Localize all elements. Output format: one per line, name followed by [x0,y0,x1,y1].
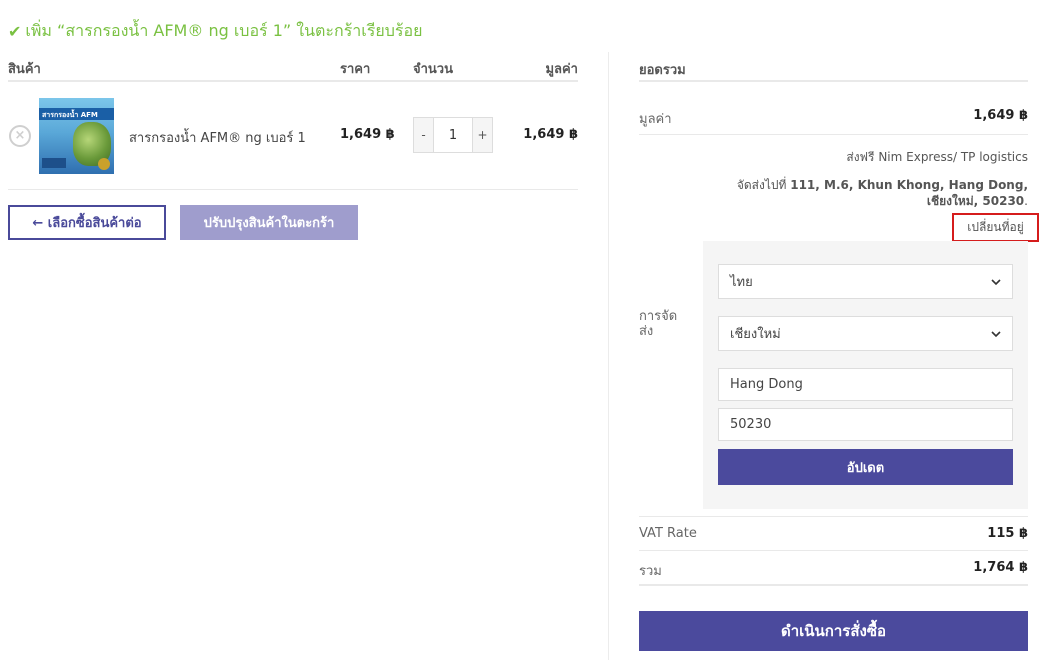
product-thumbnail[interactable]: สารกรองน้ำ AFM [39,98,114,174]
shipping-destination-suffix: . [1024,194,1028,208]
cart-table-header: สินค้า ราคา จำนวน มูลค่า [8,56,578,82]
country-select[interactable]: ไทย [718,264,1013,299]
quantity-decrease-button[interactable]: - [414,118,434,152]
shipping-destination-address: 111, M.6, Khun Khong, Hang Dong, เชียงให… [790,178,1028,208]
vat-value: 115 ฿ [987,526,1028,541]
update-shipping-button[interactable]: อัปเดต [718,449,1013,485]
vat-divider [639,550,1028,551]
checkmark-icon: ✔ [8,22,22,41]
column-divider [608,52,609,660]
header-price: ราคา [340,62,371,77]
cart-item-row: × สารกรองน้ำ AFM สารกรองน้ำ AFM® ng เบอร… [8,82,578,190]
subtotal-value: 1,649 ฿ [973,108,1028,123]
product-name-link[interactable]: สารกรองน้ำ AFM® ng เบอร์ 1 [129,127,306,148]
header-subtotal: มูลค่า [545,62,578,77]
postcode-input[interactable]: 50230 [718,408,1013,441]
proceed-to-checkout-button[interactable]: ดำเนินการสั่งซื้อ [639,611,1028,651]
added-to-cart-notice: ✔ เพิ่ม “สารกรองน้ำ AFM® ng เบอร์ 1” ในต… [8,19,422,44]
change-address-link[interactable]: เปลี่ยนที่อยู่ [952,213,1039,242]
order-total-value: 1,764 ฿ [973,560,1028,575]
calculator-divider [639,516,1028,517]
cart-totals-title: ยอดรวม [639,57,1028,82]
product-price: 1,649 ฿ [340,127,395,142]
province-select[interactable]: เชียงใหม่ [718,316,1013,351]
order-total-label: รวม [639,564,662,579]
shipping-destination: จัดส่งไปที่ 111, M.6, Khun Khong, Hang D… [688,177,1028,209]
header-product: สินค้า [8,62,41,77]
thumbnail-seal [98,158,110,170]
country-select-value: ไทย [730,275,753,290]
chevron-down-icon [991,331,1001,338]
subtotal-label: มูลค่า [639,112,672,127]
remove-item-icon[interactable]: × [9,125,31,147]
thumbnail-label: สารกรองน้ำ AFM [42,111,98,119]
notice-text: เพิ่ม “สารกรองน้ำ AFM® ng เบอร์ 1” ในตะก… [25,21,423,40]
product-subtotal: 1,649 ฿ [523,127,578,142]
shipping-method: ส่งฟรี Nim Express/ TP logistics [846,150,1028,164]
update-cart-button[interactable]: ปรับปรุงสินค้าในตะกร้า [180,205,358,240]
total-divider [639,584,1028,586]
quantity-increase-button[interactable]: + [472,118,492,152]
vat-label: VAT Rate [639,526,697,541]
shipping-destination-prefix: จัดส่งไปที่ [736,178,787,192]
province-select-value: เชียงใหม่ [730,327,781,342]
continue-shopping-button[interactable]: ← เลือกซื้อสินค้าต่อ [8,205,166,240]
chevron-down-icon [991,279,1001,286]
subtotal-divider [639,134,1028,135]
header-quantity: จำนวน [413,62,453,77]
city-input[interactable]: Hang Dong [718,368,1013,401]
shipping-label: การจัดส่ง [639,309,678,339]
thumbnail-logo [42,158,66,168]
quantity-input[interactable]: 1 [434,118,472,152]
quantity-stepper[interactable]: - 1 + [413,117,493,153]
